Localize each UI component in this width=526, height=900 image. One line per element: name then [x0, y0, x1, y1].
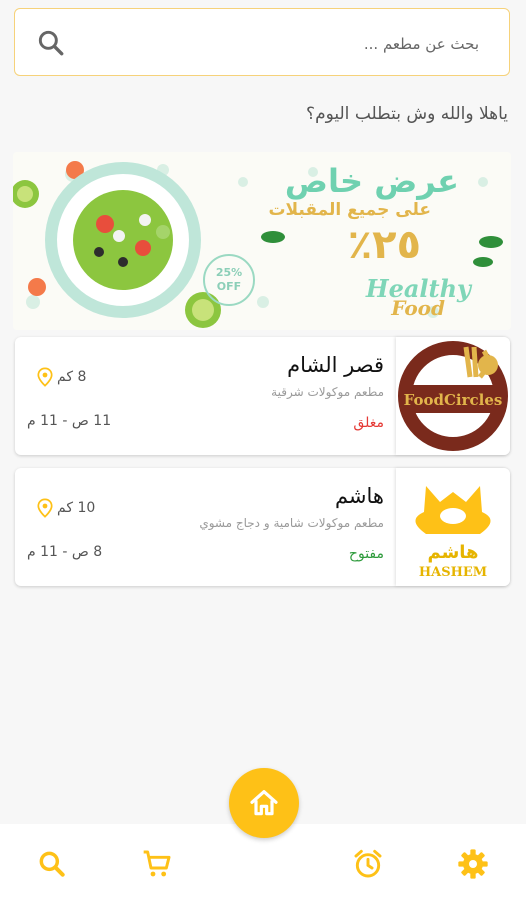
logo-text-en: HASHEM	[419, 565, 487, 580]
greeting-text: ياهلا والله وش بتطلب اليوم؟	[306, 104, 508, 124]
offer-subtitle: على جميع المقبلات	[268, 200, 431, 220]
badge-line-2: OFF	[216, 280, 242, 293]
restaurant-card[interactable]: هاشم HASHEM هاشم مطعم موكولات شامية و دج…	[15, 468, 510, 586]
search-input[interactable]	[97, 31, 481, 57]
home-button[interactable]	[229, 768, 299, 838]
cart-icon[interactable]	[141, 848, 173, 880]
restaurant-name: قصر الشام	[287, 353, 384, 377]
restaurant-logo: FoodCircles	[396, 337, 510, 455]
distance-value: 8 كم	[57, 369, 87, 385]
location-pin-icon	[37, 367, 53, 387]
restaurant-card[interactable]: FoodCircles قصر الشام مطعم موكولات شرقية…	[15, 337, 510, 455]
offer-discount: ٢٥٪	[347, 222, 421, 268]
logo-text-ar: هاشم	[427, 542, 478, 563]
offer-title: عرض خاص	[284, 162, 459, 200]
restaurant-name: هاشم	[334, 484, 384, 508]
restaurant-logo: هاشم HASHEM	[396, 468, 510, 586]
restaurant-description: مطعم موكولات شامية و دجاج مشوي	[199, 516, 384, 530]
promo-banner[interactable]: عرض خاص على جميع المقبلات ٢٥٪ Healthy Fo…	[13, 152, 511, 330]
home-icon	[250, 790, 278, 816]
location-pin-icon	[37, 498, 53, 518]
search-icon[interactable]	[35, 27, 67, 59]
badge-line-1: 25%	[215, 266, 243, 279]
discount-badge: 25% OFF	[203, 254, 255, 306]
hashem-logo: هاشم HASHEM	[415, 486, 491, 580]
brand-line-2: Food	[391, 296, 445, 320]
settings-icon[interactable]	[457, 848, 489, 880]
search-icon[interactable]	[36, 848, 68, 880]
restaurant-description: مطعم موكولات شرقية	[271, 385, 384, 399]
foodcircles-logo: FoodCircles	[398, 341, 508, 451]
alarm-icon[interactable]	[352, 848, 384, 880]
distance: 10 كم	[37, 498, 95, 518]
opening-hours: 11 ص - 11 م	[27, 413, 112, 429]
search-bar[interactable]	[14, 8, 510, 76]
status-badge: مغلق	[353, 415, 384, 431]
opening-hours: 8 ص - 11 م	[27, 544, 103, 560]
distance-value: 10 كم	[57, 500, 96, 516]
status-badge: مفتوح	[348, 546, 384, 562]
distance: 8 كم	[37, 367, 86, 387]
logo-text: FoodCircles	[404, 391, 503, 409]
